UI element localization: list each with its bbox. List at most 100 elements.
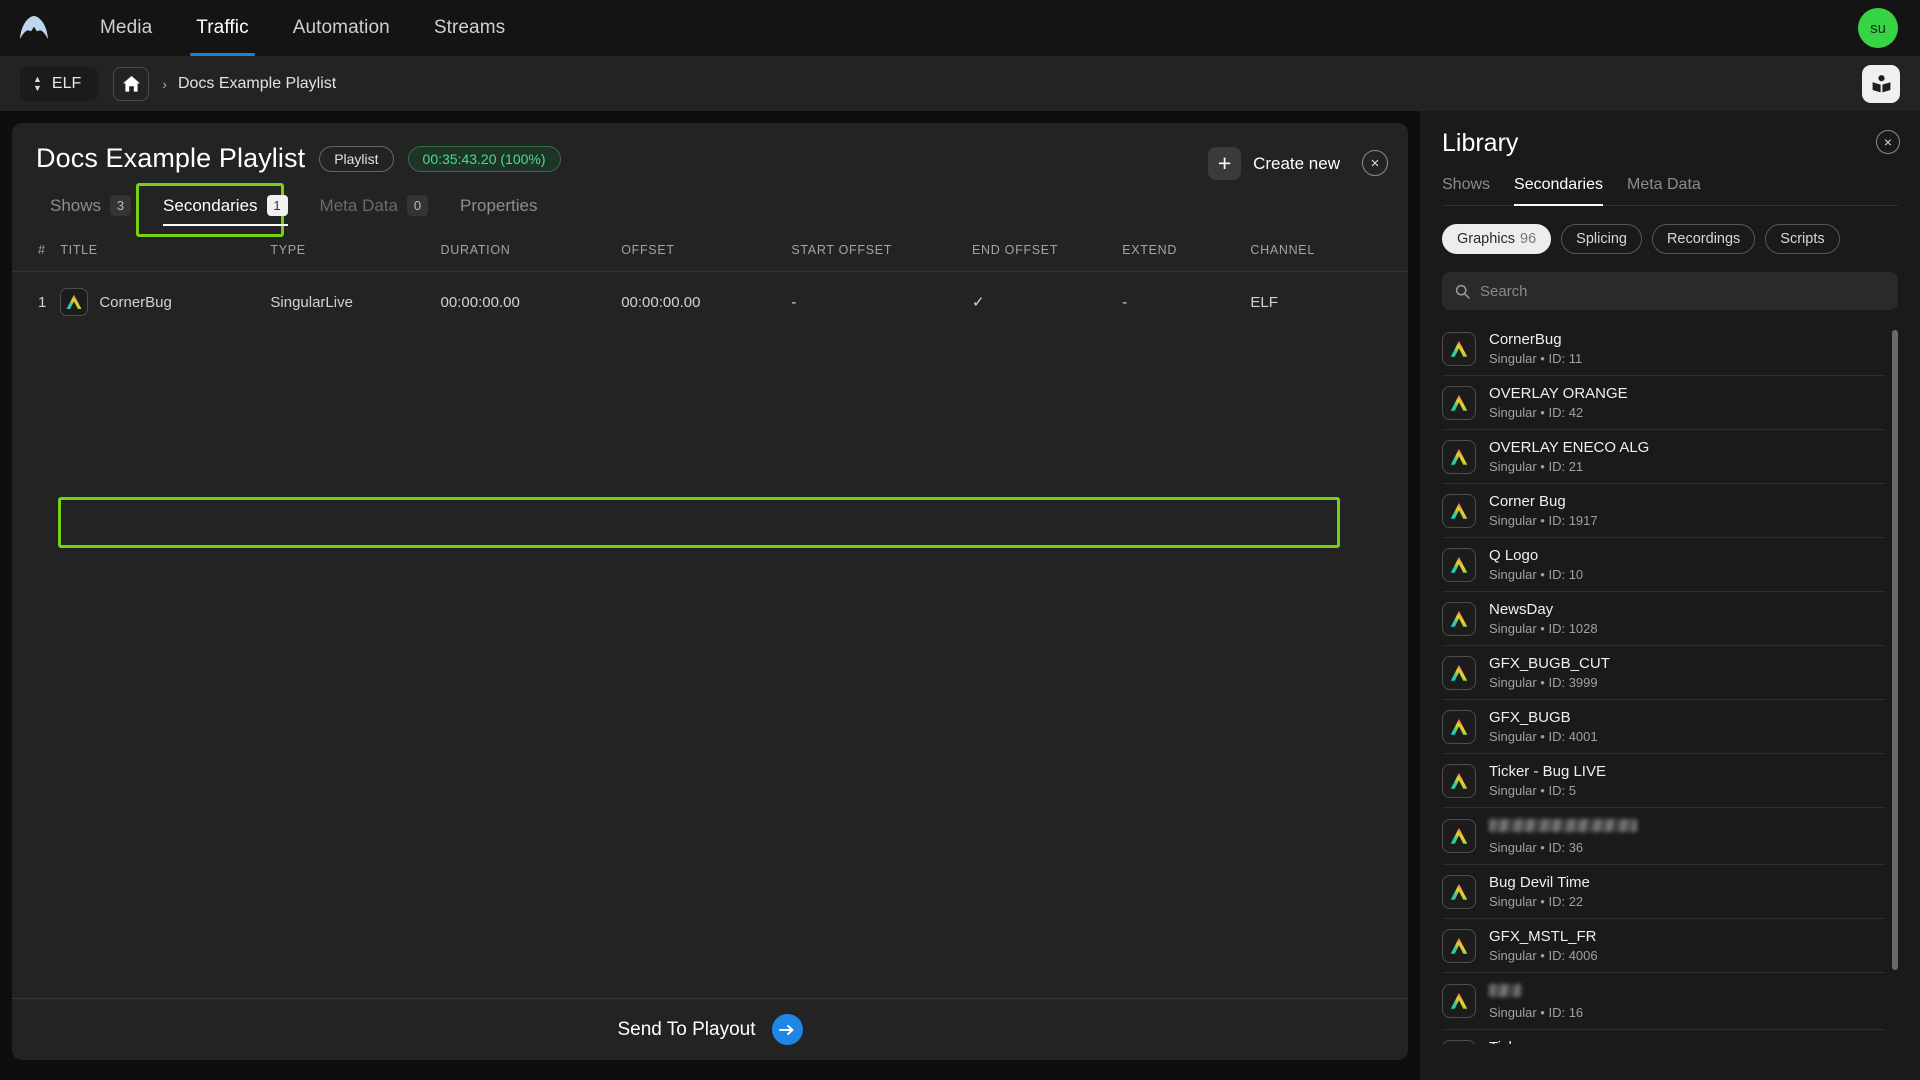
home-button[interactable]	[113, 66, 150, 101]
singular-logo-icon	[1442, 331, 1476, 366]
channel-selector[interactable]: ▲ ▼ ELF	[20, 66, 99, 101]
search-icon	[1455, 284, 1470, 299]
tab-count-badge: 0	[406, 195, 428, 216]
list-item[interactable]: Q Logo Singular • ID: 10	[1442, 537, 1885, 591]
column-header[interactable]: START OFFSET	[791, 229, 973, 272]
column-header[interactable]: TYPE	[270, 229, 441, 272]
list-item-name	[1489, 817, 1637, 837]
library-tab-shows[interactable]: Shows	[1442, 176, 1490, 205]
singular-logo-icon	[1442, 984, 1476, 1018]
singular-logo-icon	[1442, 709, 1476, 744]
library-close-button[interactable]: ×	[1876, 130, 1900, 154]
library-tabs: Shows Secondaries Meta Data	[1442, 176, 1898, 206]
breadcrumb-current[interactable]: Docs Example Playlist	[178, 75, 336, 93]
singular-logo-icon	[1442, 819, 1476, 853]
column-header[interactable]: OFFSET	[621, 229, 792, 272]
user-avatar[interactable]: su	[1858, 8, 1898, 48]
chevron-updown-icon: ▲ ▼	[33, 73, 42, 93]
row-title-wrap: CornerBug	[60, 288, 270, 316]
list-item-subtitle: Singular • ID: 1917	[1489, 513, 1598, 528]
playlist-header: Docs Example Playlist Playlist 00:35:43.…	[12, 123, 1408, 237]
singular-logo-icon	[1450, 664, 1468, 681]
list-item[interactable]: OVERLAY ORANGE Singular • ID: 42	[1442, 375, 1885, 429]
library-search-box[interactable]	[1442, 272, 1898, 310]
create-new-label: Create new	[1253, 153, 1340, 173]
close-panel-button[interactable]: ×	[1362, 150, 1388, 176]
send-to-playout-button[interactable]	[771, 1014, 803, 1045]
column-header[interactable]: END OFFSET	[972, 229, 1123, 272]
plus-icon: +	[1208, 147, 1242, 180]
list-item[interactable]: CornerBug Singular • ID: 11	[1442, 322, 1885, 375]
highlight-box-secondary-row	[58, 497, 1340, 548]
tab-count-badge: 3	[110, 195, 132, 216]
list-item[interactable]: Singular • ID: 36	[1442, 807, 1885, 864]
list-item[interactable]: NewsDay Singular • ID: 1028	[1442, 591, 1885, 645]
column-header[interactable]: DURATION	[440, 229, 622, 272]
singular-logo-icon	[1450, 610, 1468, 627]
list-item[interactable]: Ticker - Bug LIVE Singular • ID: 5	[1442, 753, 1885, 807]
nav-item-streams[interactable]: Streams	[412, 0, 527, 56]
nav-item-media[interactable]: Media	[78, 0, 174, 56]
filter-chip-splicing[interactable]: Splicing	[1561, 224, 1642, 254]
list-item[interactable]: Corner Bug Singular • ID: 1917	[1442, 483, 1885, 537]
singular-logo-icon	[1442, 928, 1476, 963]
cell-num: 1	[38, 293, 47, 311]
library-tab-secondaries[interactable]: Secondaries	[1514, 176, 1603, 206]
filter-chip-recordings[interactable]: Recordings	[1651, 224, 1756, 254]
singular-logo-icon	[1442, 1039, 1476, 1044]
list-item-text: Singular • ID: 36	[1489, 817, 1637, 855]
mountain-logo-icon[interactable]	[12, 6, 56, 50]
tab-shows[interactable]: Shows 3	[36, 191, 145, 229]
filter-chip-graphics[interactable]: Graphics 96	[1442, 224, 1552, 254]
filter-chip-scripts[interactable]: Scripts	[1765, 224, 1840, 254]
tab-properties[interactable]: Properties	[446, 192, 551, 229]
redacted-name	[1489, 984, 1521, 997]
library-tab-meta-data[interactable]: Meta Data	[1627, 176, 1701, 205]
nav-item-traffic[interactable]: Traffic	[174, 0, 270, 56]
list-item-name: Ticker	[1489, 1039, 1583, 1044]
singular-logo-icon	[1450, 502, 1468, 519]
tab-meta-data[interactable]: Meta Data 0	[306, 191, 442, 229]
list-item-subtitle: Singular • ID: 22	[1489, 894, 1584, 909]
library-panel: Library × Shows Secondaries Meta Data Grap…	[1420, 111, 1920, 1080]
list-item[interactable]: TickerSingular • ID: 48	[1442, 1029, 1885, 1044]
library-search-input[interactable]	[1480, 282, 1885, 300]
singular-logo-icon	[1442, 763, 1476, 798]
list-item-name: GFX_MSTL_FR	[1489, 928, 1597, 945]
list-item-name: Ticker - Bug LIVE	[1489, 763, 1606, 780]
column-header[interactable]: EXTEND	[1122, 229, 1251, 272]
list-item[interactable]: Singular • ID: 16	[1442, 972, 1885, 1029]
list-item-text: GFX_BUGB Singular • ID: 4001	[1489, 709, 1598, 744]
channel-selector-label: ELF	[51, 74, 82, 92]
cell-end-offset: ✓	[972, 294, 985, 311]
list-item-name	[1489, 982, 1583, 1002]
avatar-initials: su	[1870, 19, 1886, 37]
list-item[interactable]: GFX_BUGB Singular • ID: 4001	[1442, 699, 1885, 753]
list-item-text: Singular • ID: 16	[1489, 982, 1583, 1020]
arrow-right-icon	[778, 1024, 794, 1035]
list-item-subtitle: Singular • ID: 42	[1489, 405, 1584, 420]
column-header[interactable]: CHANNEL	[1250, 229, 1408, 272]
list-item[interactable]: OVERLAY ENECO ALG Singular • ID: 21	[1442, 429, 1885, 483]
list-item[interactable]: GFX_BUGB_CUT Singular • ID: 3999	[1442, 645, 1885, 699]
nav-item-automation[interactable]: Automation	[271, 0, 412, 56]
create-new-button[interactable]: + Create new	[1208, 147, 1340, 180]
column-header[interactable]: #	[12, 229, 61, 272]
filter-chip-label: Recordings	[1666, 231, 1741, 247]
tab-label: Secondaries	[163, 195, 258, 215]
list-item-subtitle: Singular • ID: 10	[1489, 567, 1584, 582]
library-toggle-button[interactable]	[1862, 65, 1900, 103]
list-item[interactable]: Bug Devil Time Singular • ID: 22	[1442, 864, 1885, 918]
singular-logo-icon	[1450, 394, 1468, 411]
column-header[interactable]: TITLE	[60, 229, 271, 272]
tab-secondaries[interactable]: Secondaries 1	[149, 191, 302, 229]
list-item-name: Corner Bug	[1489, 493, 1566, 510]
table-row[interactable]: 1 CornerBug SingularLive 00:00:00.00 00:00:0…	[12, 272, 1408, 333]
singular-logo-icon	[1442, 547, 1476, 582]
breadcrumb-separator: ›	[162, 75, 167, 92]
library-scrollbar[interactable]	[1892, 330, 1898, 970]
filter-chip-label: Scripts	[1780, 231, 1825, 247]
list-item-text: NewsDay Singular • ID: 1028	[1489, 601, 1598, 636]
list-item[interactable]: GFX_MSTL_FR Singular • ID: 4006	[1442, 918, 1885, 972]
row-title-text: CornerBug	[99, 293, 172, 311]
